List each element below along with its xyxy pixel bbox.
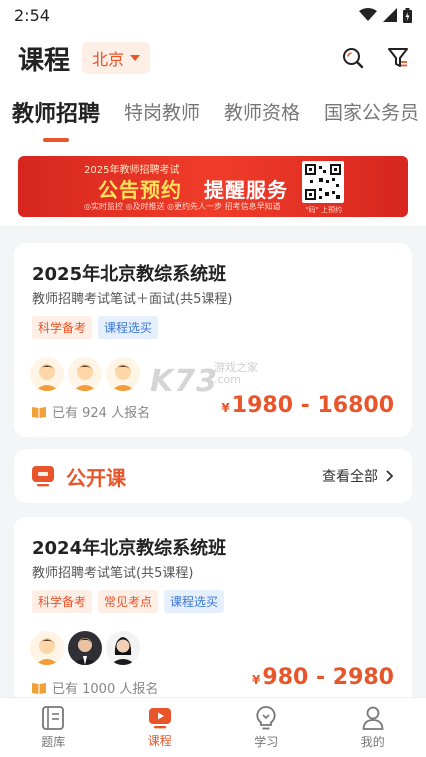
course-tag: 课程选买 xyxy=(164,590,225,613)
avatar xyxy=(106,631,140,665)
avatar xyxy=(30,631,64,665)
teacher-avatars xyxy=(30,357,140,391)
watermark-line2: .com xyxy=(214,373,241,386)
nav-study[interactable]: 学习 xyxy=(213,698,320,757)
category-tabs: 教师招聘 特岗教师 教师资格 国家公务员 xyxy=(0,86,426,146)
enroll-count: 已有 1000 人报名 xyxy=(32,678,158,697)
nav-label: 我的 xyxy=(360,734,385,749)
tv-play-icon xyxy=(32,466,54,487)
caret-down-icon xyxy=(130,55,141,61)
course-tag: 常见考点 xyxy=(98,590,159,613)
nav-course[interactable]: 课程 xyxy=(107,698,214,757)
tab-teacher-qualification[interactable]: 教师资格 xyxy=(224,98,300,139)
view-all-button[interactable]: 查看全部 xyxy=(322,466,394,486)
book-icon xyxy=(32,682,46,694)
signal-icon xyxy=(383,8,397,22)
banner-headline-b: 提醒服务 xyxy=(204,178,288,202)
view-all-label: 查看全部 xyxy=(322,469,378,485)
avatar xyxy=(68,357,102,391)
course-desc: 教师招聘考试笔试(共5课程) xyxy=(32,566,194,581)
course-tags: 科学备考 课程选买 xyxy=(32,316,159,339)
enroll-text: 已有 924 人报名 xyxy=(52,406,151,421)
open-course-title: 公开课 xyxy=(66,465,126,490)
course-desc: 教师招聘考试笔试＋面试(共5课程) xyxy=(32,292,233,307)
search-icon[interactable] xyxy=(342,47,364,69)
question-bank-icon xyxy=(42,705,65,730)
nav-question-bank[interactable]: 题库 xyxy=(0,698,107,757)
bottom-nav: 题库 课程 学习 我的 xyxy=(0,697,426,757)
nav-profile[interactable]: 我的 xyxy=(320,698,426,757)
filter-icon[interactable] xyxy=(388,47,408,69)
battery-icon xyxy=(403,7,412,23)
course-tag: 课程选买 xyxy=(98,316,159,339)
qr-code-icon xyxy=(302,161,344,203)
currency-symbol: ¥ xyxy=(221,401,230,415)
promo-banner[interactable]: 2025年教师招聘考试 公告预约 提醒服务 ◎实时监控 ◎及时推送 ◎更约先人一… xyxy=(18,156,408,217)
course-price: ¥980 - 2980 xyxy=(252,665,394,690)
avatar xyxy=(106,357,140,391)
currency-symbol: ¥ xyxy=(252,673,261,687)
status-bar: 2:54 xyxy=(0,0,426,30)
bulb-icon xyxy=(256,705,276,729)
chevron-right-icon xyxy=(386,470,394,482)
page-title: 课程 xyxy=(18,45,71,76)
banner-qr-note: "码" 上预约 xyxy=(305,206,342,214)
course-tag: 科学备考 xyxy=(32,590,93,613)
course-card[interactable]: 2024年北京教综系统班 教师招聘考试笔试(共5课程) 科学备考 常见考点 课程… xyxy=(14,517,412,717)
enroll-text: 已有 1000 人报名 xyxy=(52,682,159,697)
avatar xyxy=(30,357,64,391)
wifi-icon xyxy=(359,8,377,21)
watermark-sub: 游戏之家 .com xyxy=(214,362,258,386)
enroll-count: 已有 924 人报名 xyxy=(32,402,150,421)
course-title: 2024年北京教综系统班 xyxy=(32,538,227,559)
course-play-icon xyxy=(148,707,171,728)
nav-label: 课程 xyxy=(147,733,172,748)
price-range: 1980 - 16800 xyxy=(231,393,394,418)
city-selector[interactable]: 北京 xyxy=(82,42,151,74)
tab-teacher-recruitment[interactable]: 教师招聘 xyxy=(12,96,100,142)
price-range: 980 - 2980 xyxy=(262,665,394,690)
watermark-brand: K73 xyxy=(150,364,218,399)
header: 课程 北京 xyxy=(0,30,426,86)
course-card[interactable]: 2025年北京教综系统班 教师招聘考试笔试＋面试(共5课程) 科学备考 课程选买… xyxy=(14,243,412,437)
status-icons xyxy=(359,7,412,23)
course-price: ¥1980 - 16800 xyxy=(221,393,394,418)
tab-civil-servant[interactable]: 国家公务员 xyxy=(324,98,419,139)
nav-label: 学习 xyxy=(254,734,279,749)
avatar xyxy=(68,631,102,665)
banner-headline-a: 公告预约 xyxy=(98,178,182,202)
course-tags: 科学备考 常见考点 课程选买 xyxy=(32,590,225,613)
city-label: 北京 xyxy=(92,50,125,69)
nav-label: 题库 xyxy=(41,734,66,749)
teacher-avatars xyxy=(30,631,140,665)
user-icon xyxy=(362,706,384,730)
tab-special-post-teacher[interactable]: 特岗教师 xyxy=(124,98,200,139)
banner-features: ◎实时监控 ◎及时推送 ◎更约先人一步 招考信息早知道 xyxy=(84,202,281,211)
open-course-section: 公开课 查看全部 xyxy=(14,449,412,503)
status-time: 2:54 xyxy=(14,5,50,25)
course-title: 2025年北京教综系统班 xyxy=(32,264,227,285)
book-icon xyxy=(32,406,46,418)
course-tag: 科学备考 xyxy=(32,316,93,339)
